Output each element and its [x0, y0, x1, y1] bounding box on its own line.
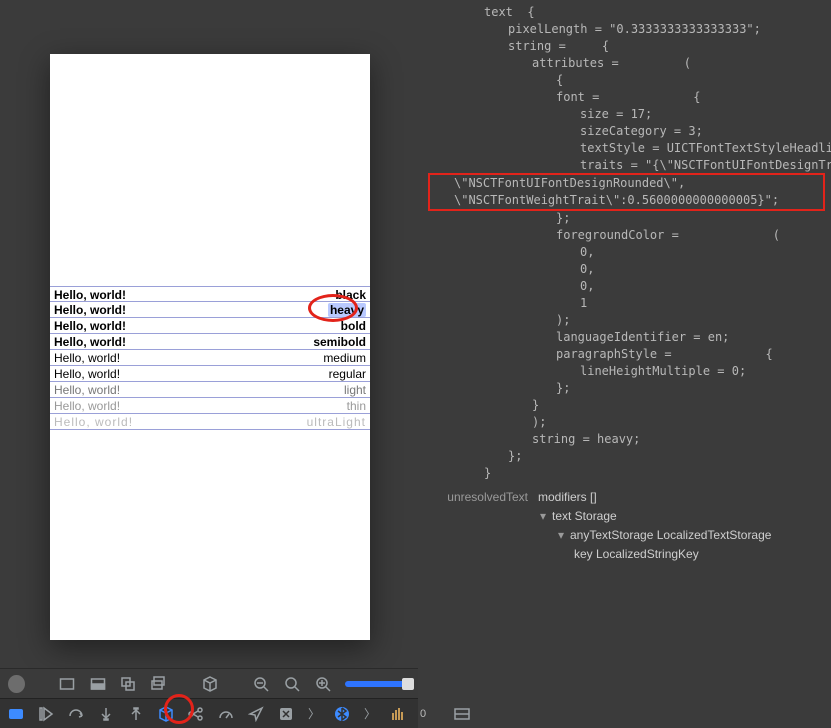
canvas-toolbar	[0, 668, 418, 698]
step-in-icon[interactable]	[98, 705, 114, 723]
inspector-line: {	[428, 72, 825, 89]
inspector-line: font = {	[428, 89, 825, 106]
record-dot[interactable]	[8, 675, 25, 693]
inspector-line: size = 17;	[428, 106, 825, 123]
weight-label: ultraLight	[307, 415, 366, 429]
inspector-line: };	[428, 448, 825, 465]
disclosure-triangle-icon[interactable]: ▾	[538, 508, 548, 525]
zoom-slider[interactable]	[345, 681, 410, 687]
view-hierarchy-icon[interactable]	[158, 705, 174, 723]
bluetooth-icon[interactable]	[334, 705, 350, 723]
weight-label: thin	[347, 399, 366, 413]
hello-label: Hello, world!	[54, 303, 126, 317]
zoom-reset-icon[interactable]	[283, 675, 300, 693]
inspector-line: textStyle = UICTFontTextStyleHeadline;	[428, 140, 825, 157]
weight-row[interactable]: Hello, world! light	[50, 382, 370, 398]
env-overrides-icon[interactable]	[278, 705, 294, 723]
inspector-tree-row[interactable]: unresolvedText modifiers []	[428, 488, 825, 507]
panel-toggle-icon[interactable]	[454, 705, 470, 723]
inspector-tree: unresolvedTextmodifiers []▾text Storage▾…	[428, 488, 825, 564]
tree-row-label: unresolvedText	[428, 489, 528, 506]
location-icon[interactable]	[248, 705, 264, 723]
tree-row-value: modifiers []	[538, 489, 597, 506]
filter-active-icon[interactable]	[8, 705, 24, 723]
inspector-line: pixelLength = "0.3333333333333333";	[428, 21, 825, 38]
zoom-out-icon[interactable]	[253, 675, 270, 693]
attribute-dump: text {pixelLength = "0.3333333333333333"…	[428, 4, 825, 482]
inspector-line: traits = "{\"NSCTFontUIFontDesignTrait\"…	[428, 157, 825, 174]
weight-row[interactable]: Hello, world! semibold	[50, 334, 370, 350]
inspector-tree-row[interactable]: key LocalizedStringKey	[428, 545, 825, 564]
inspector-line: text {	[428, 4, 825, 21]
rect-filled-icon[interactable]	[90, 675, 107, 693]
step-over-icon[interactable]	[68, 705, 84, 723]
inspector-line: sizeCategory = 3;	[428, 123, 825, 140]
inspector-line: );	[428, 312, 825, 329]
columns-icon[interactable]	[390, 705, 406, 723]
weight-label: black	[335, 288, 366, 302]
weight-demo-list: Hello, world!blackHello, world!heavyHell…	[50, 286, 370, 430]
hello-label: Hello, world!	[54, 383, 120, 397]
disclosure-triangle-icon[interactable]: ▾	[556, 527, 566, 544]
weight-label: bold	[341, 319, 366, 333]
cube-icon[interactable]	[202, 675, 219, 693]
weight-label: regular	[329, 367, 366, 381]
warning-count: 0	[420, 708, 426, 720]
weight-label: heavy	[328, 303, 366, 317]
weight-row[interactable]: Hello, world! ultraLight	[50, 414, 370, 430]
hello-label: Hello, world!	[54, 415, 133, 429]
debug-toolbar: 〉 〉 0	[0, 698, 418, 728]
preview-canvas[interactable]: Hello, world!blackHello, world!heavyHell…	[50, 54, 370, 640]
inspector-tree-row[interactable]: ▾anyTextStorage LocalizedTextStorage	[428, 526, 825, 545]
tree-row-value: ▾text Storage	[538, 508, 617, 525]
windows-icon[interactable]	[151, 675, 168, 693]
inspector-line: \"NSCTFontUIFontDesignRounded\", \"NSCTF…	[428, 173, 825, 211]
hello-label: Hello, world!	[54, 399, 120, 413]
inspector-line: languageIdentifier = en;	[428, 329, 825, 346]
hello-label: Hello, world!	[54, 367, 120, 381]
inspector-line: 1	[428, 295, 825, 312]
stack-icon[interactable]	[120, 675, 137, 693]
weight-row[interactable]: Hello, world! heavy	[50, 302, 370, 318]
inspector-line: foregroundColor = (	[428, 227, 825, 244]
weight-row[interactable]: Hello, world! bold	[50, 318, 370, 334]
inspector-line: 0,	[428, 261, 825, 278]
graph-icon[interactable]	[188, 705, 204, 723]
inspector-line: attributes = (	[428, 55, 825, 72]
hello-label: Hello, world!	[54, 319, 126, 333]
simulator-panel: Hello, world!blackHello, world!heavyHell…	[0, 0, 418, 728]
tree-row-value: ▾anyTextStorage LocalizedTextStorage	[538, 527, 771, 544]
weight-label: semibold	[313, 335, 366, 349]
step-out-icon[interactable]	[128, 705, 144, 723]
inspector-panel[interactable]: text {pixelLength = "0.3333333333333333"…	[418, 0, 831, 728]
inspector-line: 0,	[428, 244, 825, 261]
gauge-icon[interactable]	[218, 705, 234, 723]
weight-row[interactable]: Hello, world! thin	[50, 398, 370, 414]
weight-label: light	[344, 383, 366, 397]
inspector-line: paragraphStyle = {	[428, 346, 825, 363]
inspector-line: };	[428, 210, 825, 227]
inspector-line: string = heavy;	[428, 431, 825, 448]
inspector-line: }	[428, 397, 825, 414]
step-continue-icon[interactable]	[38, 705, 54, 723]
inspector-line: 0,	[428, 278, 825, 295]
zoom-in-icon[interactable]	[314, 675, 331, 693]
hello-label: Hello, world!	[54, 351, 120, 365]
rect-outline-icon[interactable]	[59, 675, 76, 693]
inspector-line: );	[428, 414, 825, 431]
weight-row[interactable]: Hello, world! regular	[50, 366, 370, 382]
hello-label: Hello, world!	[54, 288, 126, 302]
weight-row[interactable]: Hello, world! medium	[50, 350, 370, 366]
weight-label: medium	[323, 351, 366, 365]
inspector-line: };	[428, 380, 825, 397]
inspector-line: }	[428, 465, 825, 482]
hello-label: Hello, world!	[54, 335, 126, 349]
inspector-tree-row[interactable]: ▾text Storage	[428, 507, 825, 526]
inspector-line: lineHeightMultiple = 0;	[428, 363, 825, 380]
tree-row-value: key LocalizedStringKey	[538, 546, 699, 563]
weight-row[interactable]: Hello, world! black	[50, 286, 370, 302]
inspector-line: string = {	[428, 38, 825, 55]
